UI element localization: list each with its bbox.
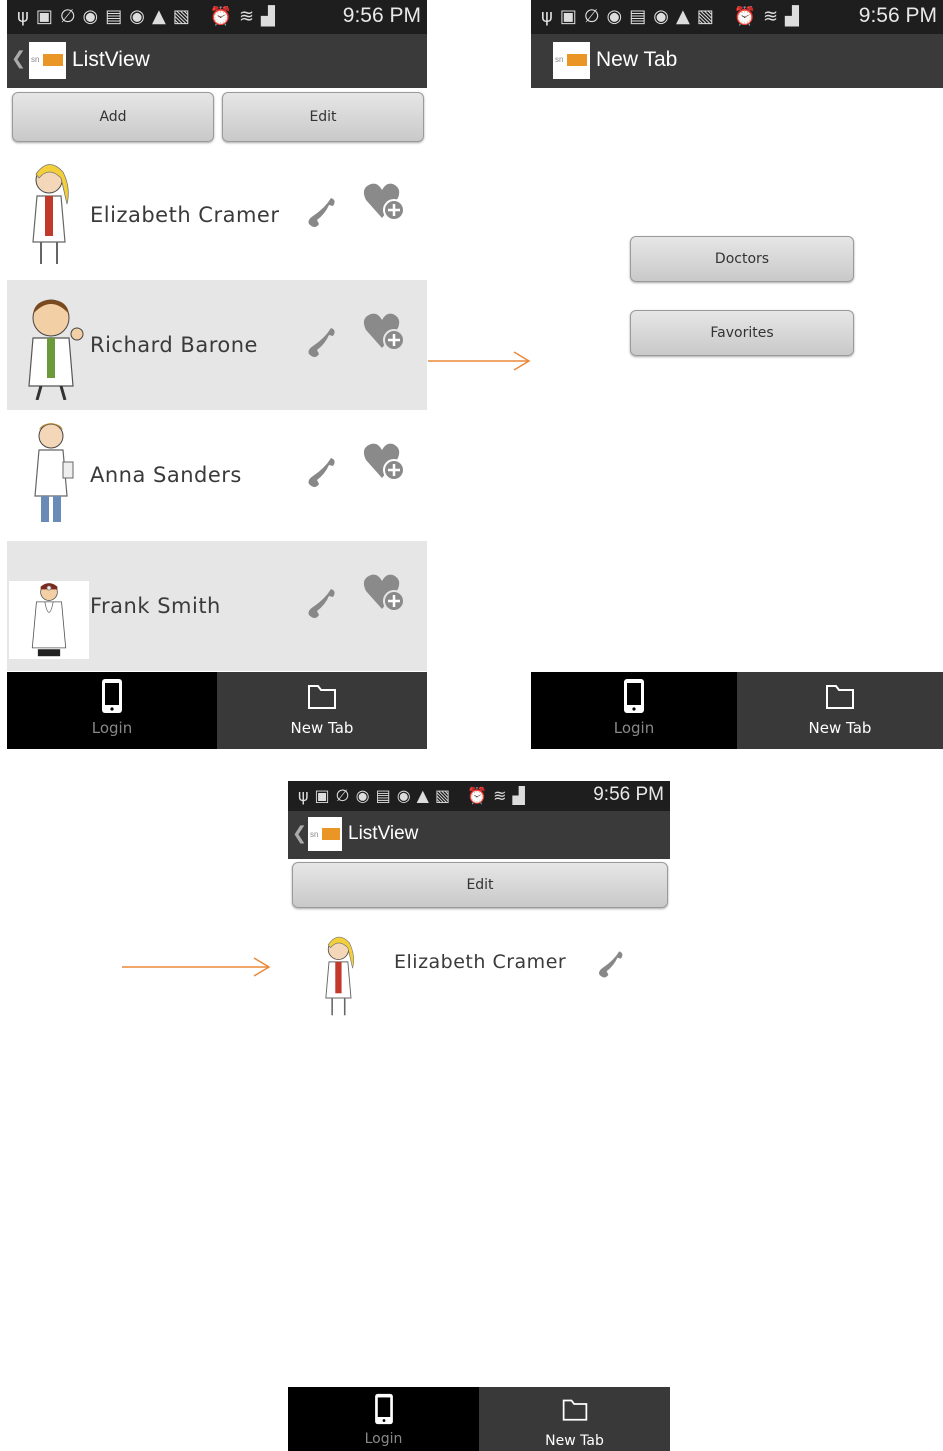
contact-name: Anna Sanders bbox=[90, 463, 242, 487]
app-logo-text: sn bbox=[31, 55, 40, 64]
tab-new-tab[interactable]: New Tab bbox=[479, 1387, 670, 1451]
tab-label: Login bbox=[364, 1431, 403, 1447]
tab-label: Login bbox=[91, 719, 133, 737]
page-title: ListView bbox=[72, 48, 150, 71]
arrow-right-icon bbox=[428, 351, 531, 371]
add-button[interactable]: Add bbox=[12, 92, 214, 142]
back-chevron-icon[interactable]: ❮ bbox=[292, 823, 307, 844]
action-bar: ❮ sn ListView bbox=[288, 811, 670, 859]
status-icons: ψ▣∅◉▤◉▲▧ ⏰≋▟ bbox=[17, 6, 282, 27]
status-bar: ψ▣∅◉▤◉▲▧ ⏰≋▟ 9:56 PM bbox=[531, 0, 943, 34]
folder-icon bbox=[562, 1399, 587, 1421]
folder-icon bbox=[308, 685, 336, 709]
phone-call-icon[interactable] bbox=[303, 583, 343, 623]
heart-add-icon[interactable] bbox=[362, 180, 406, 224]
contact-name: Richard Barone bbox=[90, 333, 258, 357]
page-title: ListView bbox=[348, 823, 419, 844]
app-logo-icon: sn bbox=[29, 42, 66, 79]
contact-name: Frank Smith bbox=[90, 594, 221, 618]
edit-button[interactable]: Edit bbox=[292, 862, 668, 908]
doctor-avatar bbox=[325, 936, 354, 1016]
app-logo-text: sn bbox=[310, 830, 319, 839]
status-time: 9:56 PM bbox=[593, 784, 664, 805]
tab-label: Login bbox=[613, 719, 655, 737]
doctor-avatar bbox=[9, 581, 89, 659]
status-bar: ψ▣∅◉▤◉▲▧ ⏰≋▟ 9:56 PM bbox=[288, 781, 670, 811]
favorites-screen: ψ▣∅◉▤◉▲▧ ⏰≋▟ 9:56 PM ❮ sn ListView Edit … bbox=[288, 781, 670, 1451]
action-bar: ❮ sn ListView bbox=[7, 34, 427, 88]
list-item[interactable]: Elizabeth Cramer bbox=[288, 924, 670, 1024]
tab-label: New Tab bbox=[808, 719, 872, 737]
app-logo-icon: sn bbox=[308, 817, 342, 851]
doctors-button[interactable]: Doctors bbox=[630, 236, 854, 282]
tab-new-tab[interactable]: New Tab bbox=[737, 672, 943, 749]
doctor-avatar bbox=[28, 299, 84, 400]
mobile-phone-icon bbox=[374, 1393, 393, 1425]
status-bar: ψ▣∅◉▤◉▲▧ ⏰≋▟ 9:56 PM bbox=[7, 0, 427, 34]
arrow-right-icon bbox=[122, 957, 271, 977]
bottom-tab-bar: Login New Tab bbox=[288, 1387, 670, 1451]
tab-new-tab[interactable]: New Tab bbox=[217, 672, 427, 749]
app-logo-icon: sn bbox=[553, 42, 590, 79]
status-icons: ψ▣∅◉▤◉▲▧ ⏰≋▟ bbox=[541, 6, 806, 27]
back-chevron-icon[interactable]: ❮ bbox=[11, 48, 26, 69]
contact-name: Elizabeth Cramer bbox=[394, 951, 567, 973]
tab-login[interactable]: Login bbox=[7, 672, 217, 749]
heart-add-icon[interactable] bbox=[362, 440, 406, 484]
list-item[interactable]: Richard Barone bbox=[7, 280, 427, 410]
phone-call-icon[interactable] bbox=[303, 452, 343, 492]
status-icons: ψ▣∅◉▤◉▲▧ ⏰≋▟ bbox=[298, 786, 531, 805]
phone-call-icon[interactable] bbox=[594, 946, 630, 982]
bottom-tab-bar: Login New Tab bbox=[7, 672, 427, 749]
folder-icon bbox=[826, 685, 854, 709]
edit-button[interactable]: Edit bbox=[222, 92, 424, 142]
status-time: 9:56 PM bbox=[858, 4, 937, 27]
status-time: 9:56 PM bbox=[342, 4, 421, 27]
phone-call-icon[interactable] bbox=[303, 322, 343, 362]
heart-add-icon[interactable] bbox=[362, 571, 406, 615]
bottom-tab-bar: Login New Tab bbox=[531, 672, 943, 749]
phone-call-icon[interactable] bbox=[303, 192, 343, 232]
list-item[interactable]: Frank Smith bbox=[7, 541, 427, 671]
tab-label: New Tab bbox=[290, 719, 354, 737]
tab-login[interactable]: Login bbox=[288, 1387, 479, 1451]
doctor-avatar bbox=[32, 164, 69, 264]
mobile-phone-icon bbox=[102, 679, 122, 713]
tab-login[interactable]: Login bbox=[531, 672, 737, 749]
action-bar: sn New Tab bbox=[531, 34, 943, 88]
mobile-phone-icon bbox=[624, 679, 644, 713]
app-logo-text: sn bbox=[555, 55, 564, 64]
listview-screen: ψ▣∅◉▤◉▲▧ ⏰≋▟ 9:56 PM ❮ sn ListView Add E… bbox=[7, 0, 427, 749]
doctor-avatar bbox=[34, 423, 74, 522]
page-title: New Tab bbox=[596, 48, 678, 71]
tab-label: New Tab bbox=[545, 1433, 604, 1449]
contact-name: Elizabeth Cramer bbox=[90, 203, 280, 227]
favorites-button[interactable]: Favorites bbox=[630, 310, 854, 356]
heart-add-icon[interactable] bbox=[362, 310, 406, 354]
list-item[interactable]: Anna Sanders bbox=[7, 410, 427, 540]
list-item[interactable]: Elizabeth Cramer bbox=[7, 150, 427, 280]
new-tab-screen: ψ▣∅◉▤◉▲▧ ⏰≋▟ 9:56 PM sn New Tab Doctors … bbox=[531, 0, 943, 749]
